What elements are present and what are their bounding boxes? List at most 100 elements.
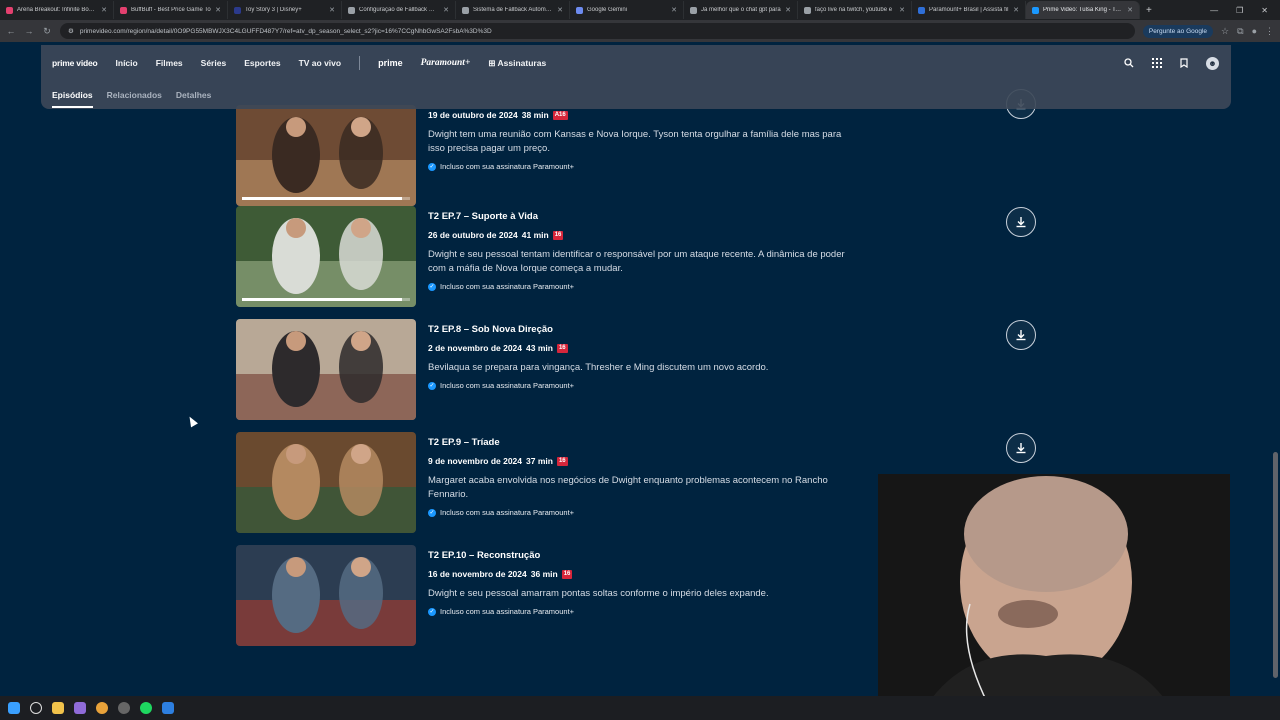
browser-tab[interactable]: Paramount+ Brasil | Assista fil ✕ (912, 1, 1026, 19)
included-with-subscription: ✓ Incluso com sua assinatura Paramount+ (428, 381, 574, 390)
episode-still-image (236, 206, 416, 307)
apps-grid-icon[interactable] (1152, 58, 1162, 68)
tab-title: Arena Breakout: Infinite Bonds (17, 7, 98, 13)
tab-title: Google Gemini (587, 7, 628, 13)
episode-date: 2 de novembro de 2024 (428, 343, 523, 353)
app-icon[interactable] (74, 702, 86, 714)
episode-title[interactable]: T2 EP.8 – Sob Nova Direção (428, 324, 553, 335)
episode-thumbnail[interactable] (236, 545, 416, 646)
episode-title[interactable]: T2 EP.7 – Suporte à Vida (428, 211, 538, 222)
bookmark-star-icon[interactable]: ☆ (1221, 26, 1229, 37)
watchlist-bookmark-icon[interactable] (1180, 58, 1188, 68)
back-icon[interactable]: ← (6, 26, 16, 36)
file-explorer-icon[interactable] (52, 702, 64, 714)
url-text: primevideo.com/region/na/detail/0O9PG55M… (79, 27, 492, 35)
download-button[interactable] (1006, 320, 1036, 350)
episode-thumbnail[interactable] (236, 206, 416, 307)
close-window-icon[interactable]: ✕ (1261, 6, 1268, 15)
tab-title: Toy Story 3 | Disney+ (245, 7, 302, 13)
browser-tab[interactable]: Sistema de Fallback Automátic ✕ (456, 1, 570, 19)
chrome-icon[interactable] (96, 702, 108, 714)
browser-tab[interactable]: Prime Video: Tulsa King - Tem ✕ (1026, 1, 1140, 19)
prime-channel-link[interactable]: prime (378, 58, 403, 68)
profile-icon[interactable]: ● (1252, 26, 1257, 36)
episode-title[interactable]: T2 EP.10 – Reconstrução (428, 550, 540, 561)
tab-relacionados[interactable]: Relacionados (107, 90, 162, 100)
included-label: Incluso com sua assinatura Paramount+ (440, 508, 575, 517)
prime-video-logo[interactable]: prime video (52, 58, 98, 68)
profile-avatar[interactable]: ☻ (1206, 56, 1219, 70)
browser-tab[interactable]: Já melhor que o chat gpt para ✕ (684, 1, 798, 19)
vscode-icon[interactable] (162, 702, 174, 714)
browser-tab[interactable]: Toy Story 3 | Disney+ ✕ (228, 1, 342, 19)
episode-date: 9 de novembro de 2024 (428, 456, 523, 466)
episode-title[interactable]: T2 EP.9 – Tríade (428, 437, 500, 448)
nav-series[interactable]: Séries (201, 58, 227, 68)
episode-thumbnail[interactable] (236, 105, 416, 206)
reload-icon[interactable]: ↻ (42, 26, 52, 37)
browser-tab[interactable]: faço live na twitch, youtube e ✕ (798, 1, 912, 19)
tab-episodios[interactable]: Episódios (52, 90, 93, 108)
browser-tab[interactable]: Arena Breakout: Infinite Bonds ✕ (0, 1, 114, 19)
taskbar-search-icon[interactable] (30, 702, 42, 714)
episode-date: 26 de outubro de 2024 (428, 230, 518, 240)
age-rating-badge: A16 (552, 110, 568, 120)
episode-row[interactable]: T2 EP.7 – Suporte à Vida 26 de outubro de… (236, 206, 1036, 308)
nav-tv-ao-vivo[interactable]: TV ao vivo (299, 58, 342, 68)
forward-icon[interactable]: → (24, 26, 34, 36)
tab-close-icon[interactable]: ✕ (1127, 6, 1133, 14)
tab-close-icon[interactable]: ✕ (329, 6, 335, 14)
episode-row[interactable]: T2 EP.8 – Sob Nova Direção 2 de novembro … (236, 319, 1036, 421)
tab-close-icon[interactable]: ✕ (671, 6, 677, 14)
episode-description: Margaret acaba envolvida nos negócios de… (428, 475, 828, 500)
episode-thumbnail[interactable] (236, 319, 416, 420)
tab-close-icon[interactable]: ✕ (1013, 6, 1019, 14)
episode-row[interactable]: 19 de outubro de 2024 38 min A16 Dwight t… (236, 89, 1036, 207)
streamer-webcam-image (878, 474, 1230, 720)
download-button[interactable] (1006, 207, 1036, 237)
tab-title: Já melhor que o chat gpt para (701, 7, 781, 13)
os-taskbar (0, 696, 1280, 720)
episode-still-image (236, 319, 416, 420)
browser-tab[interactable]: BuffBuff - Best Price Game To ✕ (114, 1, 228, 19)
obs-icon[interactable] (118, 702, 130, 714)
address-toolbar: ← → ↻ ⚙ primevideo.com/region/na/detail/… (0, 20, 1280, 42)
tab-close-icon[interactable]: ✕ (101, 6, 107, 14)
start-icon[interactable] (8, 702, 20, 714)
extensions-icon[interactable]: ⧉ (1237, 26, 1243, 37)
ask-google-button[interactable]: Pergunte ao Google (1142, 24, 1214, 38)
browser-tab[interactable]: Google Gemini ✕ (570, 1, 684, 19)
nav-filmes[interactable]: Filmes (156, 58, 183, 68)
nav-inicio[interactable]: Início (116, 58, 138, 68)
episode-thumbnail[interactable] (236, 432, 416, 533)
spotify-icon[interactable] (140, 702, 152, 714)
subscriptions-link[interactable]: ⊞ Assinaturas (488, 58, 546, 69)
search-icon[interactable] (1124, 58, 1134, 68)
episode-date: 16 de novembro de 2024 (428, 569, 527, 579)
tab-close-icon[interactable]: ✕ (899, 6, 905, 14)
site-info-icon[interactable]: ⚙ (68, 27, 74, 35)
included-with-subscription: ✓ Incluso com sua assinatura Paramount+ (428, 162, 574, 171)
tab-close-icon[interactable]: ✕ (557, 6, 563, 14)
page-scrollbar[interactable] (1273, 452, 1278, 678)
included-label: Incluso com sua assinatura Paramount+ (440, 282, 575, 291)
tab-close-icon[interactable]: ✕ (443, 6, 449, 14)
download-button[interactable] (1006, 433, 1036, 463)
menu-icon[interactable]: ⋮ (1265, 26, 1274, 37)
maximize-icon[interactable]: ❐ (1236, 6, 1243, 15)
new-tab-button[interactable]: + (1140, 5, 1158, 16)
tab-title: Sistema de Fallback Automátic (473, 7, 554, 13)
nav-esportes[interactable]: Esportes (244, 58, 280, 68)
url-bar[interactable]: ⚙ primevideo.com/region/na/detail/0O9PG5… (60, 23, 1135, 39)
episode-meta: 26 de outubro de 2024 41 min 16 (428, 230, 564, 240)
tab-close-icon[interactable]: ✕ (215, 6, 221, 14)
browser-tab[interactable]: Configuração de Fallback OBS ✕ (342, 1, 456, 19)
episode-description: Bevilaqua se prepara para vingança. Thre… (428, 362, 769, 373)
included-with-subscription: ✓ Incluso com sua assinatura Paramount+ (428, 508, 574, 517)
minimize-icon[interactable]: — (1210, 6, 1218, 15)
tab-detalhes[interactable]: Detalhes (176, 90, 211, 100)
browser-tab-bar: Arena Breakout: Infinite Bonds ✕ BuffBuff … (0, 0, 1280, 20)
paramount-channel-link[interactable]: Paramount+ (421, 58, 471, 68)
tab-favicon-icon (234, 6, 241, 14)
tab-close-icon[interactable]: ✕ (785, 6, 791, 14)
